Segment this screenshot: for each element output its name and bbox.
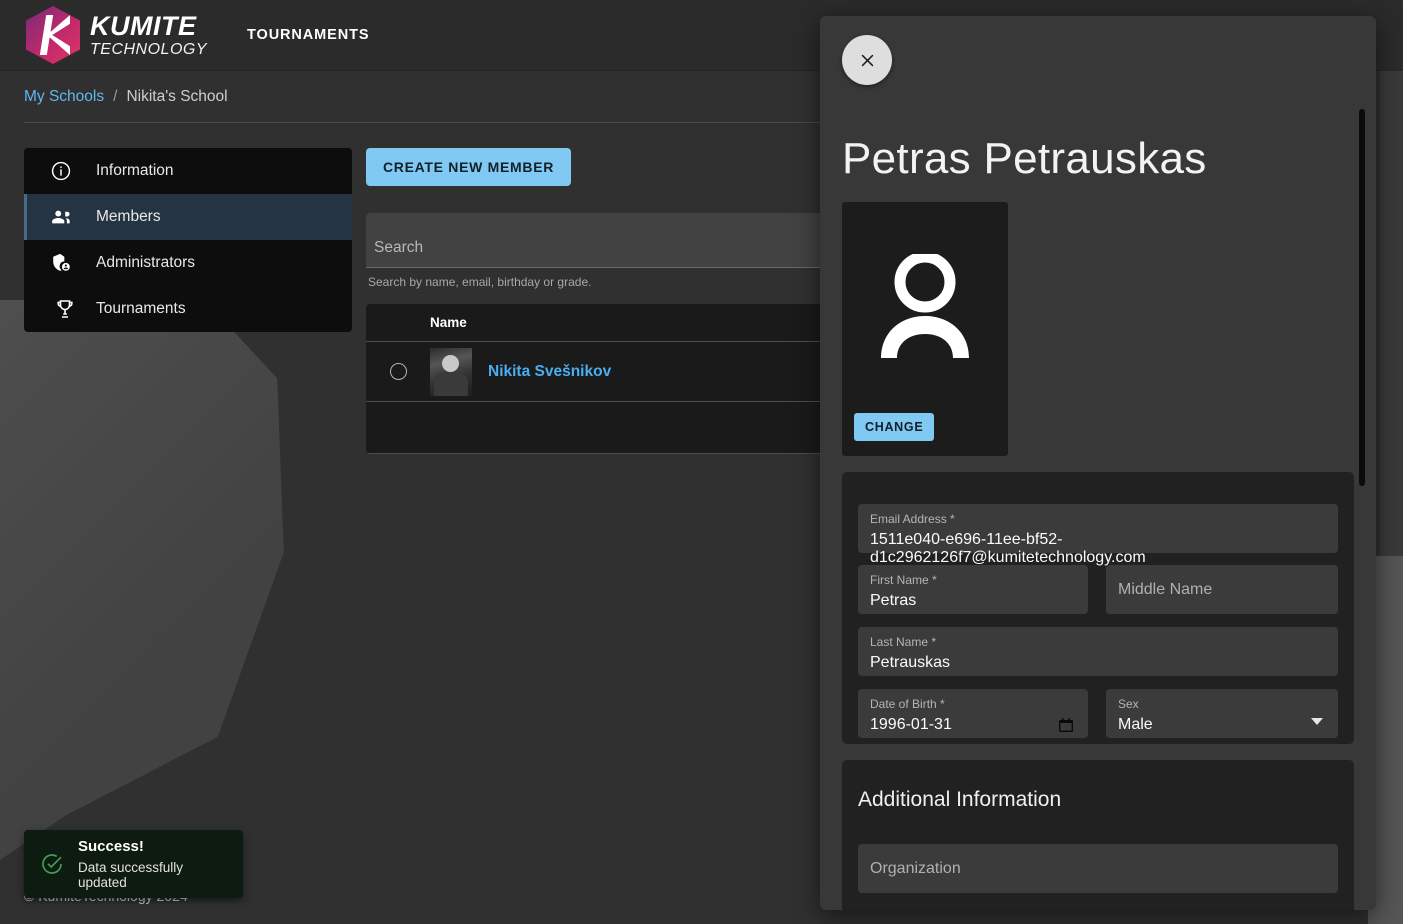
- decorative-polygon: [0, 300, 330, 860]
- first-name-field-value: Petras: [870, 592, 916, 610]
- basic-info-card: Email Address * 1511e040-e696-11ee-bf52-…: [842, 472, 1354, 744]
- change-photo-button[interactable]: CHANGE: [854, 413, 934, 441]
- brand-tagline: TECHNOLOGY: [90, 42, 207, 58]
- app-root: KUMITE TECHNOLOGY TOURNAMENTS My Schools…: [0, 0, 1403, 924]
- sidebar-item-label: Members: [96, 208, 161, 226]
- sidebar-item-administrators[interactable]: Administrators: [24, 240, 352, 286]
- close-icon[interactable]: [842, 35, 892, 85]
- kumite-hexagon-logo-icon: [26, 6, 80, 64]
- date-of-birth-field[interactable]: Date of Birth * 1996-01-31: [858, 689, 1088, 738]
- info-circle-icon: [50, 159, 80, 183]
- table-header-row: Name: [366, 304, 826, 342]
- sidebar-item-information[interactable]: Information: [24, 148, 352, 194]
- modal-scroll-area: Petras Petrauskas CHANGE Email Address *…: [820, 16, 1376, 910]
- breadcrumb-separator: /: [113, 88, 117, 106]
- row-radio-button[interactable]: [390, 363, 407, 380]
- shield-person-icon: [50, 251, 80, 275]
- check-circle-icon: [40, 852, 64, 876]
- search-area: Search by name, email, birthday or grade…: [366, 213, 826, 289]
- nav-item-tournaments[interactable]: TOURNAMENTS: [247, 27, 369, 43]
- middle-name-field-placeholder: Middle Name: [1118, 581, 1212, 599]
- chevron-down-icon[interactable]: [1311, 718, 1323, 725]
- organization-field-placeholder: Organization: [870, 860, 961, 878]
- search-hint-text: Search by name, email, birthday or grade…: [366, 275, 826, 289]
- sidebar-item-members[interactable]: Members: [24, 194, 352, 240]
- last-name-field-label: Last Name *: [870, 635, 936, 649]
- people-icon: [50, 205, 80, 229]
- modal-scrollbar-thumb[interactable]: [1359, 109, 1365, 486]
- sex-select[interactable]: Sex Male: [1106, 689, 1338, 738]
- brand-logo[interactable]: KUMITE TECHNOLOGY: [26, 6, 207, 64]
- toast-title: Success!: [78, 838, 227, 855]
- trophy-icon: [50, 297, 80, 321]
- sex-select-label: Sex: [1118, 697, 1139, 711]
- sidebar-item-label: Information: [96, 162, 174, 180]
- additional-info-card: Additional Information Organization: [842, 760, 1354, 910]
- brand-wordmark: KUMITE TECHNOLOGY: [90, 13, 207, 58]
- modal-scrollbar[interactable]: [1356, 16, 1368, 910]
- members-table: Name Nikita Svešnikov: [366, 304, 826, 454]
- sex-select-value: Male: [1118, 716, 1153, 734]
- first-name-field-label: First Name *: [870, 573, 937, 587]
- success-toast: Success! Data successfully updated: [24, 830, 243, 898]
- first-name-field[interactable]: First Name * Petras: [858, 565, 1088, 614]
- email-field[interactable]: Email Address * 1511e040-e696-11ee-bf52-…: [858, 504, 1338, 553]
- decorative-right-strip: [1380, 0, 1403, 924]
- additional-info-heading: Additional Information: [858, 788, 1061, 812]
- member-photo-box: CHANGE: [842, 202, 1008, 456]
- table-header-name: Name: [430, 315, 467, 330]
- search-input[interactable]: [366, 213, 826, 268]
- date-of-birth-field-value: 1996-01-31: [870, 716, 952, 734]
- breadcrumb-my-schools[interactable]: My Schools: [24, 88, 104, 106]
- avatar: [430, 348, 472, 396]
- section-sidebar: Information Members Administrators Tourn…: [24, 148, 352, 332]
- row-select-cell[interactable]: [366, 363, 430, 380]
- sidebar-item-label: Tournaments: [96, 300, 186, 318]
- calendar-icon[interactable]: [1058, 717, 1074, 733]
- members-panel: CREATE NEW MEMBER Search by name, email,…: [366, 148, 826, 454]
- sidebar-item-tournaments[interactable]: Tournaments: [24, 286, 352, 332]
- breadcrumb: My Schools / Nikita's School: [24, 88, 228, 106]
- create-new-member-button[interactable]: CREATE NEW MEMBER: [366, 148, 571, 186]
- person-placeholder-icon: [875, 254, 975, 358]
- breadcrumb-current: Nikita's School: [126, 88, 227, 106]
- organization-field[interactable]: Organization: [858, 844, 1338, 893]
- last-name-field-value: Petrauskas: [870, 654, 950, 672]
- table-empty-row: [366, 402, 826, 454]
- email-field-label: Email Address *: [870, 512, 955, 526]
- member-detail-modal: Petras Petrauskas CHANGE Email Address *…: [820, 16, 1376, 910]
- member-name-link[interactable]: Nikita Svešnikov: [488, 363, 611, 381]
- last-name-field[interactable]: Last Name * Petrauskas: [858, 627, 1338, 676]
- sidebar-item-label: Administrators: [96, 254, 195, 272]
- toast-message: Data successfully updated: [78, 860, 227, 890]
- page-title: Petras Petrauskas: [842, 134, 1207, 184]
- brand-name: KUMITE: [90, 13, 207, 40]
- middle-name-field[interactable]: Middle Name: [1106, 565, 1338, 614]
- email-field-value: 1511e040-e696-11ee-bf52-d1c2962126f7@kum…: [870, 531, 1338, 567]
- date-of-birth-field-label: Date of Birth *: [870, 697, 945, 711]
- table-row[interactable]: Nikita Svešnikov: [366, 342, 826, 402]
- toast-text: Success! Data successfully updated: [78, 838, 227, 890]
